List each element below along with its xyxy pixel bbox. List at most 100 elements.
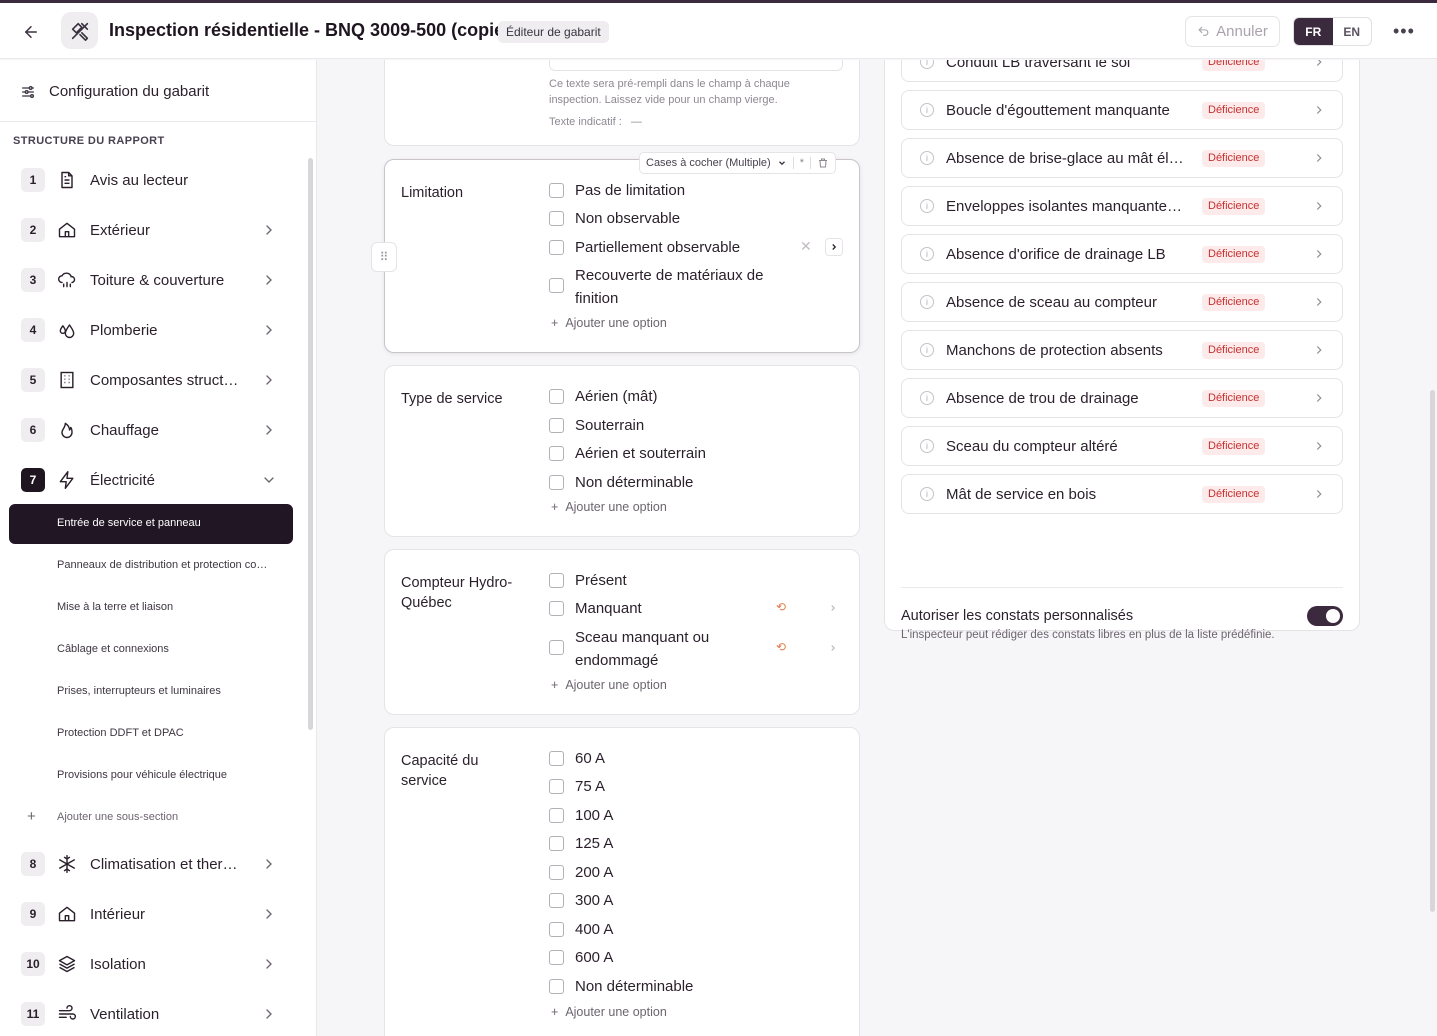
field-card-service-capacity[interactable]: Capacité du service 60 A 75 A 100 A 125 … xyxy=(384,727,860,1036)
back-button[interactable] xyxy=(18,19,44,45)
subsection-item[interactable]: Câblage et connexions xyxy=(57,643,282,655)
finding-item[interactable]: i Enveloppes isolantes manquantes … Défici… xyxy=(901,186,1343,226)
sidebar-section-7[interactable]: 7 Électricité xyxy=(21,467,283,493)
checkbox-option[interactable]: 200 A xyxy=(549,861,785,884)
checkbox[interactable] xyxy=(549,389,564,404)
checkbox-option[interactable]: Manquant xyxy=(549,597,785,620)
finding-item[interactable]: i Absence de brise-glace au mât éle… Défic… xyxy=(901,138,1343,178)
add-option-button[interactable]: + Ajouter une option xyxy=(551,500,667,514)
checkbox[interactable] xyxy=(549,573,564,588)
sidebar-section-2[interactable]: 2 Extérieur xyxy=(21,217,283,243)
chevron-right-icon[interactable] xyxy=(825,238,843,256)
subsection-item[interactable]: Panneaux de distribution et protection c… xyxy=(57,559,282,571)
finding-item[interactable]: i Absence de sceau au compteur Déficience xyxy=(901,282,1343,322)
checkbox-option[interactable]: 125 A xyxy=(549,832,785,855)
checkbox[interactable] xyxy=(549,865,564,880)
add-option-button[interactable]: + Ajouter une option xyxy=(551,316,667,330)
add-subsection-button[interactable]: + Ajouter une sous-section xyxy=(27,808,178,825)
checkbox-option[interactable]: Recouverte de matériaux de finition xyxy=(549,264,785,310)
checkbox-option[interactable]: Non déterminable xyxy=(549,975,785,998)
plus-icon: + xyxy=(551,316,559,330)
subsection-item[interactable]: Mise à la terre et liaison xyxy=(57,601,282,613)
checkbox[interactable] xyxy=(549,418,564,433)
checkbox[interactable] xyxy=(549,979,564,994)
checkbox-option[interactable]: Pas de limitation xyxy=(549,179,785,202)
checkbox[interactable] xyxy=(549,183,564,198)
main-scrollbar[interactable] xyxy=(1430,390,1435,912)
template-config-link[interactable]: Configuration du gabarit xyxy=(20,83,209,100)
field-card-limitation[interactable]: Cases à cocher (Multiple) * ⠿ Limitation… xyxy=(371,152,860,353)
checkbox-option[interactable]: 75 A xyxy=(549,775,785,798)
checkbox-option[interactable]: Non observable xyxy=(549,207,785,230)
finding-item[interactable]: i Boucle d'égouttement manquante Déficienc… xyxy=(901,90,1343,130)
chevron-right-icon xyxy=(266,375,272,385)
lang-en-button[interactable]: EN xyxy=(1333,18,1372,45)
undo-button[interactable]: Annuler xyxy=(1185,16,1280,47)
checkbox[interactable] xyxy=(549,779,564,794)
document-icon xyxy=(55,168,79,192)
checkbox[interactable] xyxy=(549,922,564,937)
trash-icon[interactable] xyxy=(817,157,829,169)
field-card-text[interactable]: Ce texte sera pré-rempli dans le champ à… xyxy=(384,60,860,146)
checkbox-option[interactable]: Partiellement observable xyxy=(549,236,785,259)
subsection-item[interactable]: Provisions pour véhicule électrique xyxy=(57,769,282,781)
checkbox-option[interactable]: 300 A xyxy=(549,889,785,912)
finding-item[interactable]: i Sceau du compteur altéré Déficience xyxy=(901,426,1343,466)
checkbox[interactable] xyxy=(549,278,564,293)
add-option-button[interactable]: + Ajouter une option xyxy=(551,1005,667,1019)
sidebar-section-5[interactable]: 5 Composantes struct… xyxy=(21,367,283,393)
finding-item[interactable]: i Absence d'orifice de drainage LB Déficie… xyxy=(901,234,1343,274)
finding-item[interactable]: i Absence de trou de drainage Déficience xyxy=(901,378,1343,418)
drag-handle-icon[interactable]: ⠿ xyxy=(371,242,397,272)
sidebar-section-6[interactable]: 6 Chauffage xyxy=(21,417,283,443)
checkbox-option[interactable]: Aérien (mât) xyxy=(549,385,785,408)
sidebar-section-1[interactable]: 1 Avis au lecteur xyxy=(21,167,283,193)
checkbox-option[interactable]: Présent xyxy=(549,569,785,592)
checkbox[interactable] xyxy=(549,240,564,255)
checkbox-option[interactable]: Non déterminable xyxy=(549,471,785,494)
checkbox[interactable] xyxy=(549,446,564,461)
finding-item[interactable]: i Mât de service en bois Déficience xyxy=(901,474,1343,514)
sidebar-section-8[interactable]: 8 Climatisation et ther… xyxy=(21,851,283,877)
sidebar-section-10[interactable]: 10 Isolation xyxy=(21,951,283,977)
add-option-button[interactable]: + Ajouter une option xyxy=(551,678,667,692)
field-card-hydro-meter[interactable]: Compteur Hydro-Québec Présent Manquant ⟲… xyxy=(384,549,860,715)
chevron-right-icon[interactable] xyxy=(828,603,838,613)
checkbox-option[interactable]: Souterrain xyxy=(549,414,785,437)
checkbox[interactable] xyxy=(549,475,564,490)
sidebar-scrollbar[interactable] xyxy=(308,158,313,730)
checkbox[interactable] xyxy=(549,601,564,616)
lang-fr-button[interactable]: FR xyxy=(1294,18,1333,45)
subsection-item[interactable]: Protection DDFT et DPAC xyxy=(57,727,282,739)
field-card-service-type[interactable]: Type de service Aérien (mât) Souterrain … xyxy=(384,365,860,537)
checkbox[interactable] xyxy=(549,640,564,655)
sidebar-section-9[interactable]: 9 Intérieur xyxy=(21,901,283,927)
checkbox[interactable] xyxy=(549,836,564,851)
section-number: 6 xyxy=(21,418,45,442)
checkbox[interactable] xyxy=(549,950,564,965)
close-icon[interactable]: ✕ xyxy=(800,238,812,255)
checkbox-option[interactable]: 100 A xyxy=(549,804,785,827)
sidebar-section-11[interactable]: 11 Ventilation xyxy=(21,1001,283,1027)
checkbox-option[interactable]: 400 A xyxy=(549,918,785,941)
required-toggle[interactable]: * xyxy=(800,157,804,169)
subsection-item-active[interactable]: Entrée de service et panneau xyxy=(9,504,293,544)
checkbox-option[interactable]: 600 A xyxy=(549,946,785,969)
chevron-right-icon[interactable] xyxy=(828,643,838,653)
checkbox[interactable] xyxy=(549,808,564,823)
finding-item[interactable]: i Conduit LB traversant le sol Déficience xyxy=(901,60,1343,82)
finding-item[interactable]: i Manchons de protection absents Déficienc… xyxy=(901,330,1343,370)
checkbox-option[interactable]: Sceau manquant ou endommagé xyxy=(549,626,785,672)
sidebar-section-4[interactable]: 4 Plomberie xyxy=(21,317,283,343)
checkbox[interactable] xyxy=(549,893,564,908)
subsection-item[interactable]: Prises, interrupteurs et luminaires xyxy=(57,685,282,697)
checkbox-option[interactable]: 60 A xyxy=(549,747,785,770)
custom-findings-toggle[interactable] xyxy=(1307,606,1343,626)
checkbox[interactable] xyxy=(549,751,564,766)
sidebar-section-3[interactable]: 3 Toiture & couverture xyxy=(21,267,283,293)
default-text-input[interactable] xyxy=(549,60,843,71)
field-type-select[interactable]: Cases à cocher (Multiple) * xyxy=(639,152,836,174)
more-options-icon[interactable]: ••• xyxy=(1393,21,1415,42)
checkbox-option[interactable]: Aérien et souterrain xyxy=(549,442,785,465)
checkbox[interactable] xyxy=(549,211,564,226)
